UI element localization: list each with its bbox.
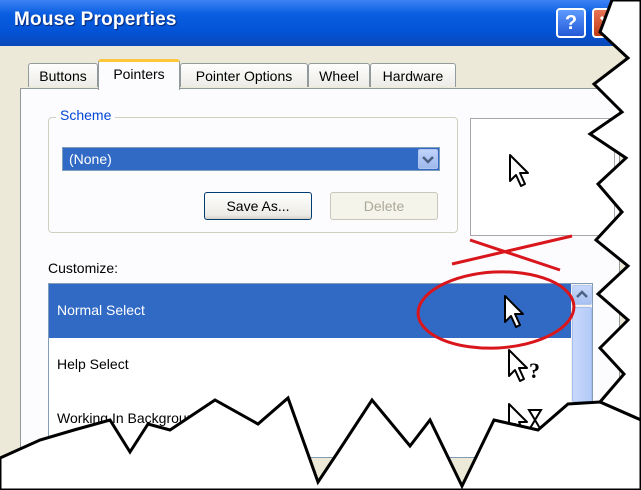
scroll-thumb[interactable]	[572, 307, 592, 402]
list-item-normal-select[interactable]: Normal Select	[49, 284, 571, 338]
help-button[interactable]: ?	[556, 8, 586, 38]
scroll-up-button[interactable]	[572, 285, 592, 305]
chevron-down-icon	[422, 156, 434, 164]
list-item-working-in-background[interactable]: Working In Background	[49, 392, 571, 446]
delete-button[interactable]: Delete	[330, 192, 438, 220]
list-item-label: Help Select	[57, 356, 129, 372]
close-button[interactable]	[592, 8, 622, 38]
scheme-dropdown-value: (None)	[69, 151, 112, 167]
scheme-dropdown[interactable]: (None)	[62, 147, 440, 171]
scheme-group-label: Scheme	[56, 107, 116, 123]
cursor-list[interactable]: Normal Select Help Select ? Working In B…	[48, 283, 593, 458]
help-cursor-icon: ?	[508, 349, 540, 383]
list-item-label: Working In Background	[57, 410, 203, 426]
tab-wheel[interactable]: Wheel	[308, 63, 370, 87]
cursor-preview	[470, 118, 615, 236]
list-item-label: Normal Select	[57, 302, 145, 318]
title-bar[interactable]: Mouse Properties ?	[0, 0, 641, 46]
tab-pointers[interactable]: Pointers	[98, 59, 180, 90]
list-scrollbar[interactable]	[571, 284, 592, 457]
close-icon	[599, 15, 615, 31]
arrow-cursor-icon	[504, 295, 524, 328]
list-item-help-select[interactable]: Help Select ?	[49, 338, 571, 392]
tab-hardware[interactable]: Hardware	[370, 63, 456, 87]
window-title: Mouse Properties	[14, 9, 177, 30]
svg-text:?: ?	[529, 358, 540, 383]
tab-buttons[interactable]: Buttons	[28, 63, 98, 87]
save-as-button[interactable]: Save As...	[204, 192, 312, 220]
mouse-properties-window: Mouse Properties ? Buttons Pointers Poin…	[0, 0, 641, 490]
tab-pointer-options[interactable]: Pointer Options	[180, 63, 308, 87]
busy-cursor-icon	[508, 403, 543, 436]
chevron-up-icon	[576, 290, 588, 298]
dropdown-arrow-button[interactable]	[418, 149, 438, 169]
arrow-cursor-icon	[509, 154, 529, 187]
customize-label: Customize:	[48, 260, 119, 276]
